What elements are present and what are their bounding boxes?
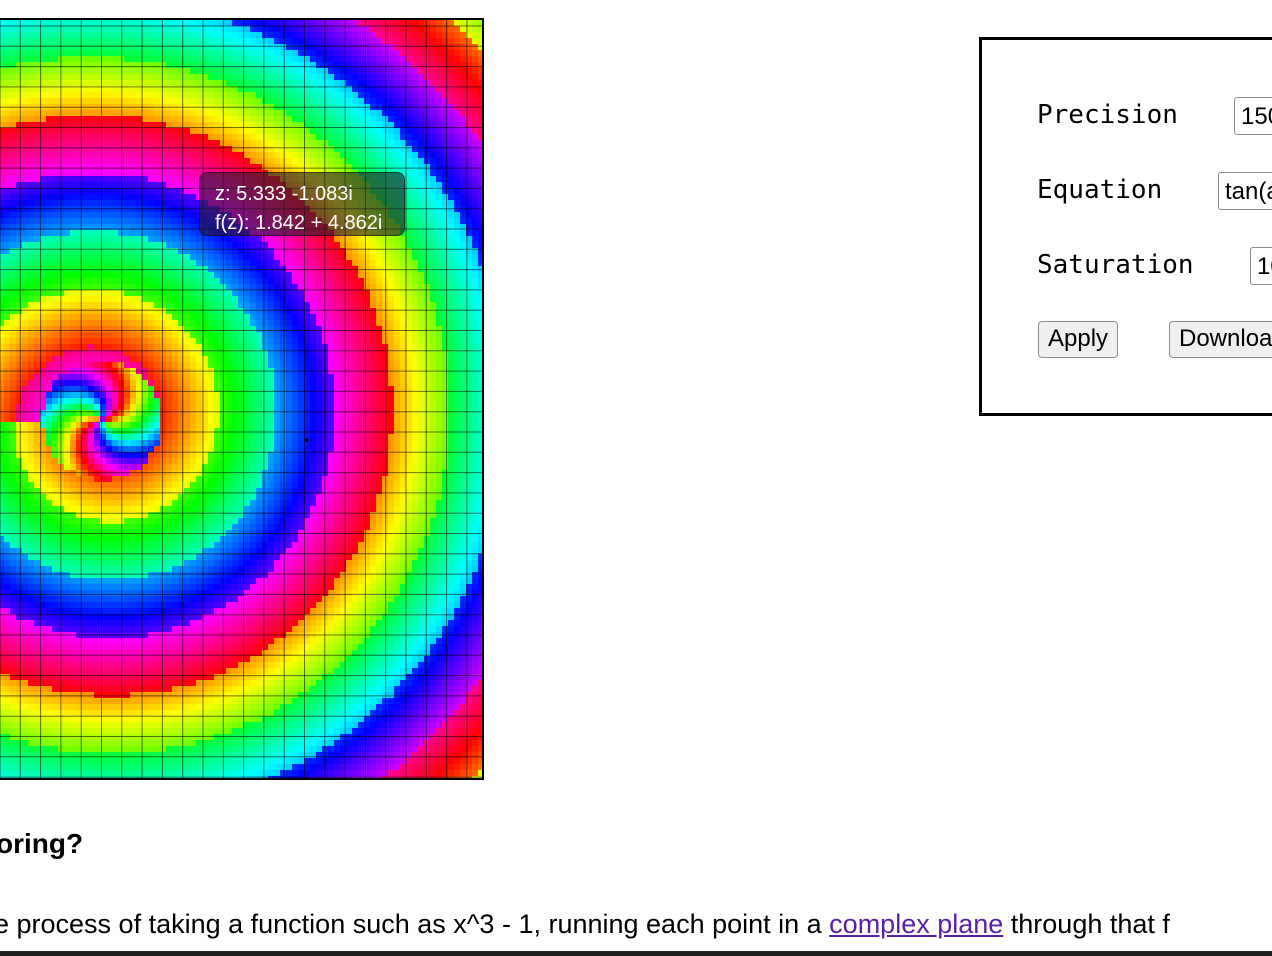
apply-button[interactable]: Apply	[1038, 321, 1119, 358]
tooltip-fz-value: f(z): 1.842 + 4.862i	[215, 212, 383, 234]
paragraph-text-before-link: e process of taking a function such as x…	[0, 909, 830, 939]
phase-plot	[0, 20, 482, 778]
paragraph-text-after-link: through that f	[1003, 909, 1170, 939]
section-heading: oring?	[0, 828, 84, 859]
intro-paragraph: e process of taking a function such as x…	[0, 904, 1170, 944]
domain-coloring-canvas[interactable]: z: 5.333 -1.083i f(z): 1.842 + 4.862i	[0, 18, 484, 780]
page: z: 5.333 -1.083i f(z): 1.842 + 4.862i Pr…	[0, 0, 1272, 956]
equation-input[interactable]	[1218, 172, 1272, 210]
equation-label: Equation	[1037, 175, 1163, 205]
horizontal-scrollbar[interactable]	[0, 951, 1272, 956]
settings-panel: Precision Equation Saturation Apply Down…	[979, 37, 1272, 416]
tooltip-z-value: z: 5.333 -1.083i	[215, 183, 353, 205]
complex-plane-link[interactable]: complex plane	[829, 909, 1003, 939]
cursor-point	[305, 438, 309, 442]
precision-label: Precision	[1037, 100, 1178, 130]
saturation-input[interactable]	[1250, 247, 1272, 285]
saturation-label: Saturation	[1037, 250, 1194, 280]
hover-tooltip: z: 5.333 -1.083i f(z): 1.842 + 4.862i	[199, 172, 405, 236]
precision-input[interactable]	[1234, 97, 1272, 135]
download-button[interactable]: Downloa	[1169, 321, 1272, 358]
